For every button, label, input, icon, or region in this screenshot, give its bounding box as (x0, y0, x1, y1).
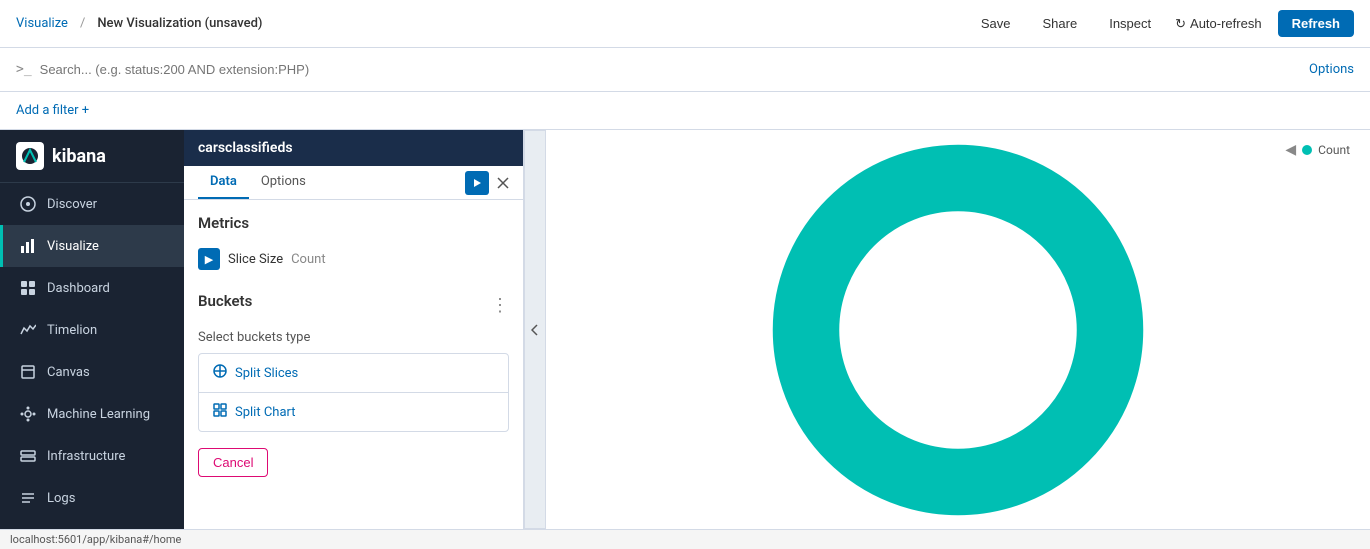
panel-content: Metrics ▶ Slice Size Count Buckets ⋮ Sel… (184, 200, 523, 529)
split-chart-icon (213, 403, 227, 421)
sidebar: kibana Discover Visualize Dashboard Time… (0, 130, 184, 529)
breadcrumb-sep: / (80, 16, 85, 31)
sidebar-item-dashboard[interactable]: Dashboard (0, 267, 184, 309)
buckets-header: Buckets ⋮ (198, 292, 509, 320)
main-layout: kibana Discover Visualize Dashboard Time… (0, 130, 1370, 529)
split-slices-icon (213, 364, 227, 382)
search-bar: >_ Options (0, 48, 1370, 92)
sidebar-label-logs: Logs (47, 491, 75, 506)
sidebar-label-infrastructure: Infrastructure (47, 449, 125, 464)
status-url: localhost:5601/app/kibana#/home (10, 533, 181, 546)
metric-slice-size[interactable]: ▶ Slice Size Count (198, 242, 509, 276)
visualize-icon (19, 237, 37, 255)
sidebar-label-discover: Discover (47, 197, 97, 212)
sidebar-logo-text: kibana (52, 146, 106, 167)
sidebar-item-timelion[interactable]: Timelion (0, 309, 184, 351)
bucket-option-split-chart[interactable]: Split Chart (199, 393, 508, 431)
buckets-more-button[interactable]: ⋮ (491, 297, 509, 315)
timelion-icon (19, 321, 37, 339)
discover-icon (19, 195, 37, 213)
legend-count-label: Count (1318, 143, 1350, 157)
metric-value: Count (291, 252, 325, 267)
sidebar-label-dashboard: Dashboard (47, 281, 110, 296)
inspect-button[interactable]: Inspect (1101, 12, 1159, 35)
collapse-toggle[interactable] (524, 130, 546, 529)
sidebar-item-discover[interactable]: Discover (0, 183, 184, 225)
panel-header: carsclassifieds (184, 130, 523, 166)
breadcrumb: Visualize / New Visualization (unsaved) (16, 16, 262, 31)
chart-legend: ◀ Count (1285, 142, 1350, 158)
tab-data[interactable]: Data (198, 166, 249, 199)
share-button[interactable]: Share (1035, 12, 1086, 35)
search-input[interactable] (40, 62, 1301, 77)
buckets-title: Buckets (198, 292, 252, 310)
infrastructure-icon (19, 447, 37, 465)
bucket-option-split-slices[interactable]: Split Slices (199, 354, 508, 393)
auto-refresh-button[interactable]: ↻ Auto-refresh (1175, 16, 1261, 32)
sidebar-logo: kibana (0, 130, 184, 183)
machine-learning-icon (19, 405, 37, 423)
dashboard-icon (19, 279, 37, 297)
canvas-icon (19, 363, 37, 381)
save-button[interactable]: Save (973, 12, 1019, 35)
kibana-logo-icon (16, 142, 44, 170)
sidebar-item-infrastructure[interactable]: Infrastructure (0, 435, 184, 477)
breadcrumb-current: New Visualization (unsaved) (97, 16, 262, 31)
search-prompt: >_ (16, 62, 32, 77)
logs-icon (19, 489, 37, 507)
refresh-icon: ↻ (1175, 16, 1186, 32)
legend-dot (1302, 145, 1312, 155)
panel-tab-actions (465, 171, 509, 195)
top-nav: Visualize / New Visualization (unsaved) … (0, 0, 1370, 48)
cancel-button[interactable]: Cancel (198, 448, 268, 477)
panel-tabs: Data Options (184, 166, 523, 200)
refresh-button[interactable]: Refresh (1278, 10, 1354, 37)
panel-close-button[interactable] (497, 171, 509, 195)
run-button[interactable] (465, 171, 489, 195)
bucket-select-label: Select buckets type (198, 330, 509, 345)
metric-expand-icon: ▶ (198, 248, 220, 270)
donut-chart (768, 130, 1148, 529)
panel-area: carsclassifieds Data Options Metrics ▶ S… (184, 130, 524, 529)
buckets-section: Buckets ⋮ Select buckets type Split Slic… (198, 292, 509, 477)
metric-label: Slice Size (228, 252, 283, 267)
sidebar-label-canvas: Canvas (47, 365, 90, 380)
sidebar-item-apm[interactable]: APM (0, 519, 184, 529)
options-link[interactable]: Options (1309, 62, 1354, 77)
cancel-area: Cancel (198, 448, 509, 477)
sidebar-item-canvas[interactable]: Canvas (0, 351, 184, 393)
tab-options[interactable]: Options (249, 166, 318, 199)
bucket-options-list: Split Slices Split Chart (198, 353, 509, 432)
top-nav-actions: Save Share Inspect ↻ Auto-refresh Refres… (973, 10, 1354, 37)
legend-arrow-icon[interactable]: ◀ (1285, 142, 1296, 158)
sidebar-label-machine-learning: Machine Learning (47, 407, 150, 422)
search-input-wrapper (40, 62, 1301, 78)
sidebar-item-logs[interactable]: Logs (0, 477, 184, 519)
sidebar-item-machine-learning[interactable]: Machine Learning (0, 393, 184, 435)
status-bar: localhost:5601/app/kibana#/home (0, 529, 1370, 549)
split-chart-label: Split Chart (235, 405, 296, 420)
donut-chart-wrapper (546, 130, 1370, 529)
sidebar-label-timelion: Timelion (47, 323, 97, 338)
metrics-title: Metrics (198, 214, 509, 232)
sidebar-label-visualize: Visualize (47, 239, 99, 254)
breadcrumb-visualize-link[interactable]: Visualize (16, 16, 68, 31)
add-filter-button[interactable]: Add a filter + (16, 103, 89, 118)
split-slices-label: Split Slices (235, 366, 298, 381)
chart-area: ◀ Count (546, 130, 1370, 529)
filter-bar: Add a filter + (0, 92, 1370, 130)
sidebar-item-visualize[interactable]: Visualize (0, 225, 184, 267)
